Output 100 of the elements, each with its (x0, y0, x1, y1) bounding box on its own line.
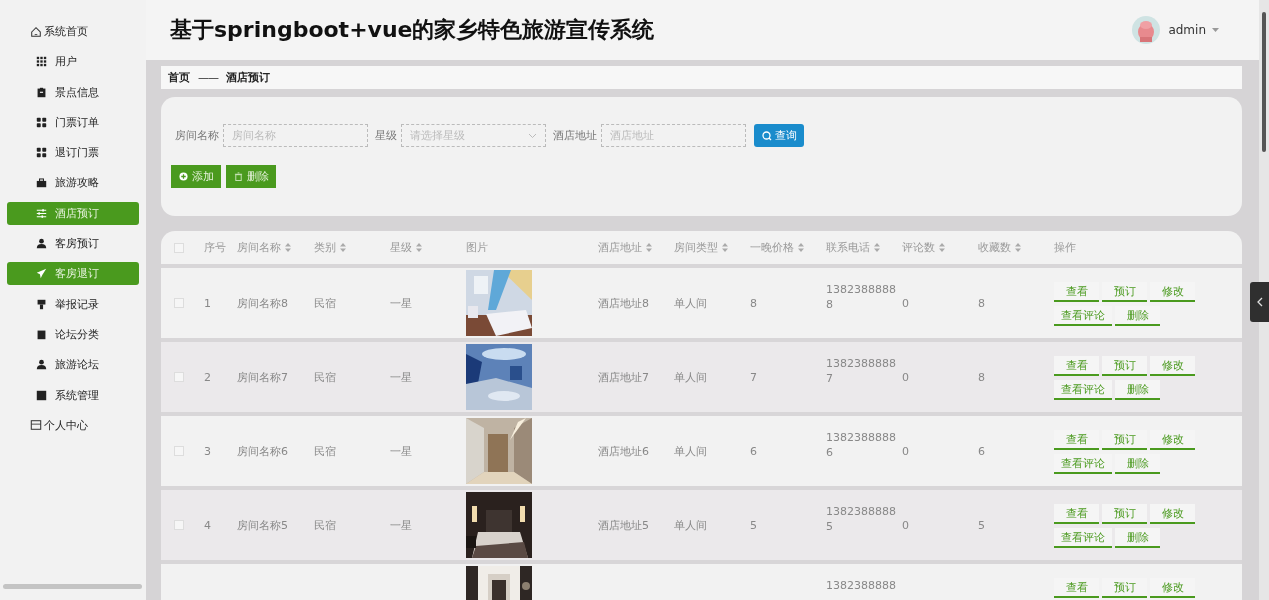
action-link[interactable]: 查看 (1054, 430, 1099, 450)
action-link[interactable]: 预订 (1102, 504, 1147, 524)
checkbox[interactable] (174, 242, 184, 253)
flag-icon (36, 298, 47, 310)
search-button[interactable]: 查询 (754, 124, 804, 147)
checkbox[interactable] (174, 520, 184, 530)
menu-item[interactable]: 系统管理 (7, 383, 139, 407)
chevron-icon (528, 132, 537, 139)
sort-icon (874, 243, 880, 252)
action-link[interactable]: 查看评论 (1054, 306, 1112, 326)
table-cell: 8 (750, 296, 757, 310)
column-header[interactable]: 房间名称 (237, 240, 291, 255)
table-cell: 0 (902, 444, 909, 458)
action-link[interactable]: 删除 (1115, 528, 1160, 548)
sort-icon (285, 243, 291, 252)
table-cell: 酒店地址5 (598, 517, 649, 533)
action-link[interactable]: 修改 (1150, 504, 1195, 524)
collapse-button[interactable] (1250, 282, 1269, 322)
column-header[interactable]: 一晚价格 (750, 240, 804, 255)
sort-icon (939, 243, 945, 252)
table-cell: 单人间 (674, 443, 707, 459)
action-link[interactable]: 查看 (1054, 282, 1099, 302)
table-cell: 6 (750, 444, 757, 458)
field-label: 酒店地址 (553, 128, 597, 143)
menu-item[interactable]: 景点信息 (7, 80, 139, 104)
user-name[interactable]: admin (1168, 23, 1206, 37)
briefcase-icon (36, 177, 47, 189)
send-icon (36, 268, 47, 280)
checkbox[interactable] (174, 372, 184, 382)
table-cell: 房间名称6 (237, 443, 288, 459)
page-title: 基于springboot+vue的家乡特色旅游宣传系统 (170, 16, 655, 44)
column-header[interactable]: 房间类型 (674, 240, 728, 255)
table-cell: 民宿 (314, 295, 336, 311)
menu-item[interactable]: 旅游攻略 (7, 171, 139, 195)
table-cell: 一星 (390, 517, 412, 533)
table-cell: 8 (978, 296, 985, 310)
plus-icon (178, 172, 188, 181)
trash-icon (233, 172, 243, 181)
column-header[interactable]: 类别 (314, 240, 346, 255)
table-cell: 6 (978, 444, 985, 458)
user-icon (36, 238, 47, 250)
action-link[interactable]: 查看 (1054, 356, 1099, 376)
menu-item[interactable]: 用户 (7, 50, 139, 74)
menu-item[interactable]: 系统首页 (7, 20, 139, 43)
table-cell: 0 (902, 518, 909, 532)
search-icon (761, 130, 772, 141)
avatar (1132, 16, 1161, 44)
column-header: 操作 (1054, 240, 1076, 255)
sort-icon (340, 243, 346, 252)
scrollbar[interactable] (3, 584, 142, 589)
table-cell: 1382388888 (826, 578, 897, 593)
action-link[interactable]: 查看评论 (1054, 380, 1112, 400)
menu-item[interactable]: 旅游论坛 (7, 353, 139, 377)
menu-item[interactable]: 论坛分类 (7, 322, 139, 346)
checkbox[interactable] (174, 298, 184, 308)
menu-item[interactable]: 退订门票 (7, 141, 139, 165)
menu-item[interactable]: 客房预订 (7, 232, 139, 256)
table-cell: 酒店地址8 (598, 295, 649, 311)
table-cell: 3 (204, 444, 211, 458)
menu-item[interactable]: 客房退订 (7, 262, 139, 286)
checkbox[interactable] (174, 446, 184, 456)
scrollbar[interactable] (1259, 0, 1269, 600)
table-cell: 0 (902, 296, 909, 310)
action-link[interactable]: 预订 (1102, 356, 1147, 376)
menu-item[interactable]: 酒店预订 (7, 201, 139, 225)
table-cell: 13823888885 (826, 504, 897, 534)
table-cell: 单人间 (674, 295, 707, 311)
action-link[interactable]: 查看 (1054, 578, 1099, 598)
action-link[interactable]: 修改 (1150, 356, 1195, 376)
menu-item[interactable]: 个人中心 (7, 413, 139, 437)
table-cell: 0 (902, 370, 909, 384)
table-cell: 酒店地址7 (598, 369, 649, 385)
breadcrumb-link[interactable]: 酒店预订 (226, 70, 270, 85)
table-cell: 房间名称8 (237, 295, 288, 311)
table-cell: 5 (750, 518, 757, 532)
home-icon (30, 25, 42, 38)
add-button[interactable]: 添加 (171, 165, 221, 188)
user-icon (36, 359, 47, 371)
column-header[interactable]: 评论数 (902, 240, 945, 255)
field-label: 星级 (375, 128, 397, 143)
action-link[interactable]: 删除 (1115, 380, 1160, 400)
field-label: 房间名称 (175, 128, 219, 143)
menu-item[interactable]: 门票订单 (7, 110, 139, 134)
column-header[interactable]: 星级 (390, 240, 422, 255)
delete-button[interactable]: 删除 (226, 165, 276, 188)
column-header[interactable]: 收藏数 (978, 240, 1021, 255)
action-link[interactable]: 查看 (1054, 504, 1099, 524)
table-cell: 房间名称7 (237, 369, 288, 385)
sort-icon (722, 243, 728, 252)
table-cell: 一星 (390, 295, 412, 311)
action-link[interactable]: 查看评论 (1054, 454, 1112, 474)
caret-icon (1212, 27, 1219, 33)
column-header[interactable]: 酒店地址 (598, 240, 652, 255)
table-cell: 7 (750, 370, 757, 384)
breadcrumb-link[interactable]: 首页 (168, 70, 190, 85)
column-header[interactable]: 联系电话 (826, 240, 880, 255)
grid-icon (36, 56, 47, 68)
table-cell: 一星 (390, 443, 412, 459)
action-link[interactable]: 查看评论 (1054, 528, 1112, 548)
menu-item[interactable]: 举报记录 (7, 292, 139, 316)
